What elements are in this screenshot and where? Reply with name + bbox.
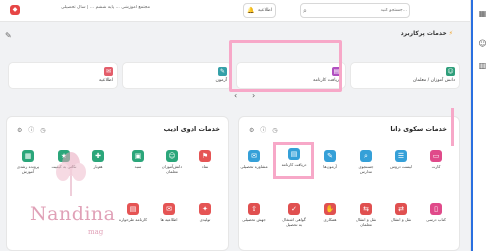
user-info: مجتمع آموزشی ... پایه ششم ... | سال تحصی…	[60, 5, 150, 10]
tile-textbook[interactable]: ▯ کتاب درسی	[422, 203, 450, 235]
tile-basket[interactable]: ▣ سبد	[124, 150, 152, 182]
favorites-title: ⚡ خدمات پرکاربرد	[400, 30, 453, 37]
highlight-frame	[229, 40, 342, 92]
book-icon: ▯	[430, 203, 442, 215]
highlight-frame	[273, 142, 314, 179]
tile-enrollment-certificate[interactable]: ✓ گواهی اشتغال به تحصیل	[280, 203, 308, 235]
transfer-teacher-icon: ⇆	[360, 203, 372, 215]
sidebar-accent	[471, 0, 473, 251]
bolt-icon: ⚡	[448, 30, 453, 37]
tile-helper[interactable]: ✚ هم‌یار	[84, 150, 112, 182]
helper-icon: ✚	[92, 150, 104, 162]
brand-watermark: Nandina	[30, 203, 116, 225]
tile-growth-record[interactable]: ▦ پرونده رشدی آموزش	[14, 150, 42, 182]
highlight-frame	[384, 108, 454, 146]
people-icon: ☺	[166, 150, 178, 162]
app-logo[interactable]: ◆	[10, 5, 20, 15]
notifications-button[interactable]: 🔔 اطلاعیه	[243, 3, 276, 18]
chevron-left-icon[interactable]: ‹	[234, 91, 237, 100]
top-bar: ◆ مجتمع آموزشی ... پایه ششم ... | سال تح…	[0, 0, 470, 22]
notifications-label: اطلاعیه	[258, 8, 272, 13]
tile-consulting[interactable]: ✉ مشاوره تحصیلی	[240, 150, 268, 182]
user-group-icon[interactable]: ☺	[477, 38, 488, 49]
megaphone-icon: ✉	[104, 67, 113, 76]
tile-school-search[interactable]: ⌕ جستجوی مدارس	[352, 150, 380, 182]
tile-schema-report[interactable]: ▤ کارنامه طرحواره	[119, 203, 147, 235]
tile-students-teachers[interactable]: ☺ دانش‌آموزان معلمان	[158, 150, 186, 182]
chevron-right-icon[interactable]: ›	[252, 91, 255, 100]
list-icon: ☰	[395, 150, 407, 162]
flag-icon: ⚑	[199, 150, 211, 162]
search-box[interactable]: ⌕	[300, 3, 410, 18]
tile-card[interactable]: ▭ کارت	[422, 150, 450, 182]
building-icon[interactable]: ▥	[477, 60, 488, 71]
tile-exams[interactable]: ✎ آزمون‌ها	[316, 150, 344, 182]
tile-cooperation[interactable]: ✋ همکاری	[316, 203, 344, 235]
tile-academic-jump[interactable]: ⇧ جهش تحصیلی	[240, 203, 268, 235]
exam-icon: ✎	[218, 67, 227, 76]
megaphone-icon: ✉	[163, 203, 175, 215]
tile-transfer[interactable]: ⇄ نقل و انتقال	[387, 203, 415, 235]
brand-watermark-sub: mag	[88, 228, 104, 236]
favorite-card-exam[interactable]: ✎ آزمون	[122, 62, 232, 89]
chat-icon: ✉	[248, 150, 260, 162]
basket-icon: ▣	[132, 150, 144, 162]
tile-teacher-transfer[interactable]: ⇆ نقل و انتقال معلمان	[352, 203, 380, 235]
favorite-card-students[interactable]: ☺ دانش آموزان / معلمان	[350, 62, 460, 89]
favorite-card-notices[interactable]: ✉ اطلاعیه	[8, 62, 118, 89]
right-sidebar: ▦ ☺ ▥	[470, 0, 491, 251]
search-input[interactable]	[311, 5, 407, 16]
panel-controls[interactable]: ⚙ ⓘ ◷	[17, 125, 47, 134]
search-icon[interactable]: ⌕	[303, 5, 307, 17]
handshake-icon: ✋	[324, 203, 336, 215]
tile-production[interactable]: ✦ تولیدی	[191, 203, 219, 235]
production-icon: ✦	[199, 203, 211, 215]
flower-watermark-icon	[56, 152, 86, 196]
tile-notices[interactable]: ✉ اطلاعیه ها	[155, 203, 183, 235]
transfer-icon: ⇄	[395, 203, 407, 215]
report-icon: ▤	[127, 203, 139, 215]
bell-icon: 🔔	[247, 7, 255, 14]
card-icon: ▭	[430, 150, 442, 162]
edit-icon[interactable]: ✎	[5, 31, 12, 40]
tile-course-list[interactable]: ☰ لیست دروس	[387, 150, 415, 182]
jump-icon: ⇧	[248, 203, 260, 215]
search-school-icon: ⌕	[360, 150, 372, 162]
panel-controls[interactable]: ⚙ ⓘ ◷	[249, 125, 279, 134]
tile-symbol[interactable]: ⚑ نماد	[191, 150, 219, 182]
panel-title: خدمات ادوی ادیب	[163, 125, 220, 133]
students-icon: ☺	[446, 67, 455, 76]
exam-icon: ✎	[324, 150, 336, 162]
folder-icon: ▦	[22, 150, 34, 162]
certificate-icon: ✓	[288, 203, 300, 215]
apps-icon[interactable]: ▦	[477, 8, 488, 19]
